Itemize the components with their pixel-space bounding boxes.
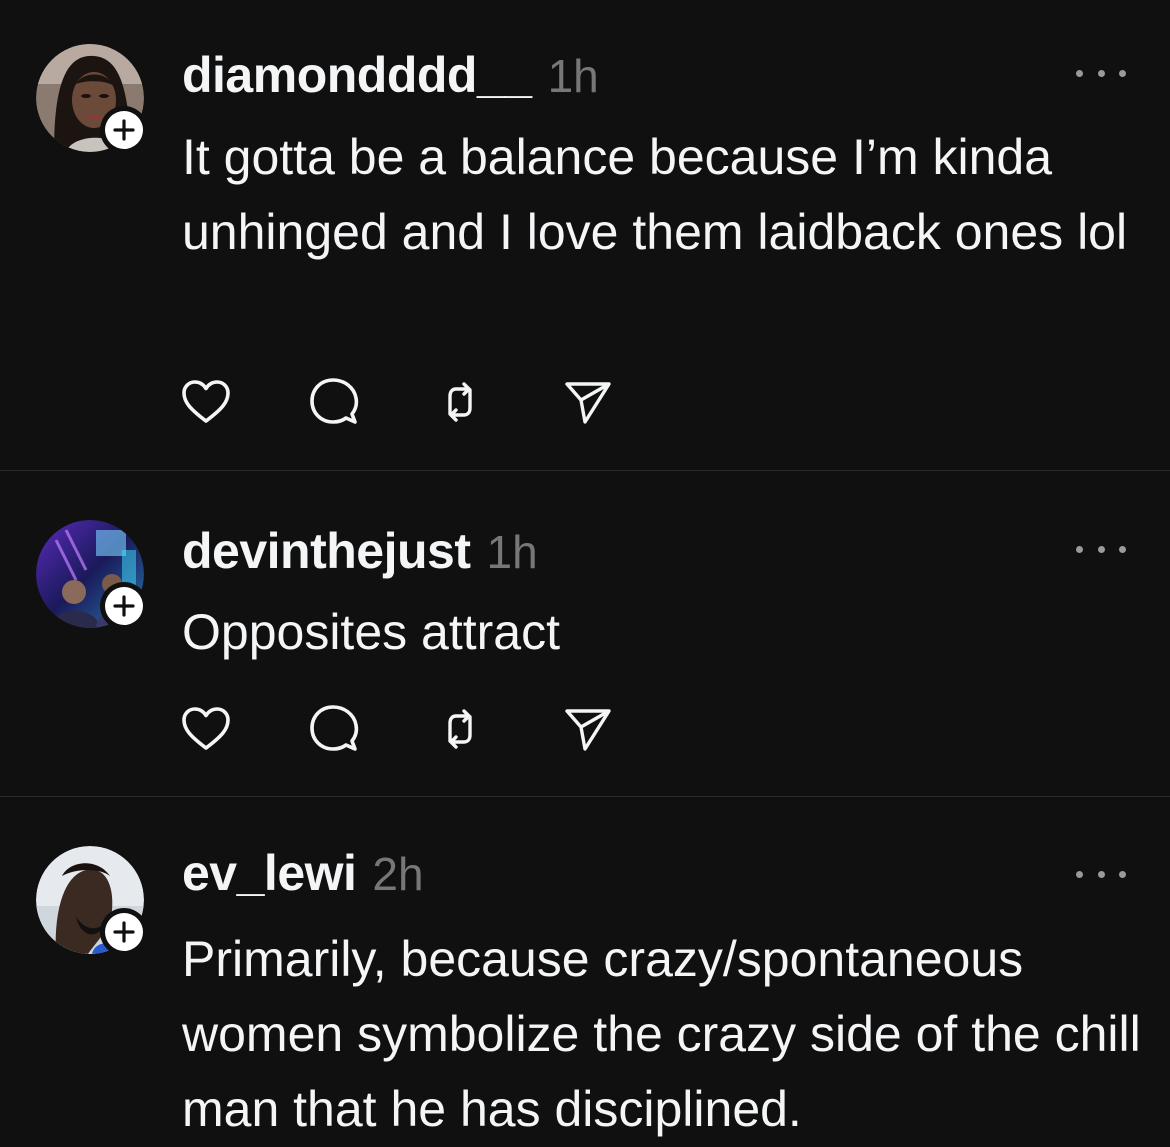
follow-button[interactable]	[100, 908, 148, 956]
like-button[interactable]	[180, 376, 232, 428]
timestamp: 2h	[372, 848, 424, 900]
post-text: Opposites attract	[182, 604, 560, 660]
reply-post-2: devinthejust 1h Opposites attract	[0, 471, 1170, 796]
comment-icon	[310, 705, 359, 751]
post-header: diamondddd__ 1h	[182, 46, 599, 104]
avatar-wrap	[36, 520, 148, 630]
comment-icon	[310, 378, 359, 424]
more-icon[interactable]	[1076, 536, 1126, 562]
post-text: It gotta be a balance because I’m kinda …	[182, 129, 1128, 260]
repost-icon	[448, 382, 472, 422]
post-header: ev_lewi 2h	[182, 844, 424, 902]
plus-icon	[105, 111, 143, 149]
follow-button[interactable]	[100, 106, 148, 154]
reply-button[interactable]	[308, 376, 360, 428]
send-icon	[565, 382, 611, 424]
more-icon[interactable]	[1076, 60, 1126, 86]
username[interactable]: ev_lewi	[182, 844, 357, 902]
repost-button[interactable]	[434, 376, 486, 428]
avatar-wrap	[36, 846, 148, 956]
plus-icon	[105, 913, 143, 951]
post-text: Primarily, because crazy/spontaneous wom…	[182, 931, 1141, 1137]
avatar-wrap	[36, 44, 148, 154]
repost-icon	[448, 709, 472, 749]
share-button[interactable]	[562, 376, 614, 428]
heart-icon	[182, 707, 230, 750]
reply-button[interactable]	[308, 703, 360, 755]
repost-button[interactable]	[434, 703, 486, 755]
more-icon[interactable]	[1076, 861, 1126, 887]
username[interactable]: devinthejust	[182, 522, 471, 580]
post-header: devinthejust 1h	[182, 522, 538, 580]
thread-replies-feed: diamondddd__ 1h It gotta be a balance be…	[0, 0, 1170, 1147]
like-button[interactable]	[180, 703, 232, 755]
send-icon	[565, 709, 611, 751]
share-button[interactable]	[562, 703, 614, 755]
timestamp: 1h	[486, 526, 538, 578]
heart-icon	[182, 380, 230, 423]
username[interactable]: diamondddd__	[182, 46, 532, 104]
follow-button[interactable]	[100, 582, 148, 630]
reply-post-3: ev_lewi 2h Primarily, because crazy/spon…	[0, 797, 1170, 1147]
reply-post-1: diamondddd__ 1h It gotta be a balance be…	[0, 0, 1170, 470]
timestamp: 1h	[547, 50, 599, 102]
plus-icon	[105, 587, 143, 625]
